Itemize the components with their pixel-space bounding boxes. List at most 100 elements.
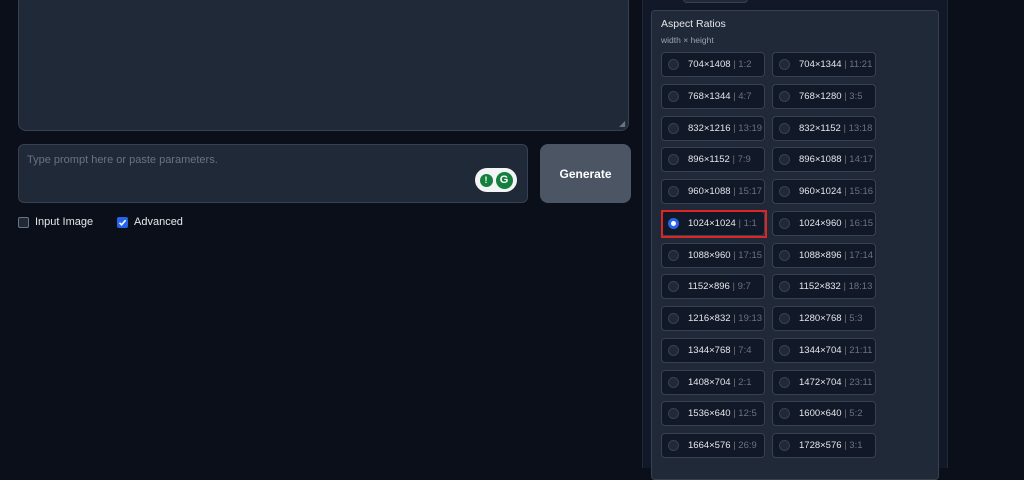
aspect-option-1344×704[interactable]: 1344×704 | 21:11 xyxy=(772,338,876,363)
aspect-option-832×1216[interactable]: 832×1216 | 13:19 xyxy=(661,116,765,141)
aspect-ratio-value: | 17:14 xyxy=(844,250,874,261)
aspect-resolution: 1024×1024 xyxy=(688,218,736,229)
aspect-option-text: 960×1088 | 15:17 xyxy=(688,186,762,197)
radio-icon[interactable] xyxy=(779,123,790,134)
top-tab-button[interactable] xyxy=(683,0,748,3)
resize-handle-icon[interactable]: ◢ xyxy=(619,120,625,128)
aspect-option-1472×704[interactable]: 1472×704 | 23:11 xyxy=(772,370,876,395)
aspect-resolution: 1472×704 xyxy=(799,377,842,388)
lightbulb-icon[interactable]: ! xyxy=(479,173,493,187)
aspect-resolution: 768×1280 xyxy=(799,91,842,102)
aspect-option-1088×896[interactable]: 1088×896 | 17:14 xyxy=(772,243,876,268)
aspect-option-text: 1664×576 | 26:9 xyxy=(688,440,757,451)
radio-icon[interactable] xyxy=(668,91,679,102)
aspect-resolution: 1728×576 xyxy=(799,440,842,451)
input-image-option[interactable]: Input Image xyxy=(18,216,93,228)
aspect-option-1664×576[interactable]: 1664×576 | 26:9 xyxy=(661,433,765,458)
aspect-option-896×1088[interactable]: 896×1088 | 14:17 xyxy=(772,147,876,172)
radio-icon[interactable] xyxy=(668,345,679,356)
aspect-ratio-value: | 19:13 xyxy=(733,313,763,324)
aspect-option-text: 1024×1024 | 1:1 xyxy=(688,218,757,229)
aspect-option-1408×704[interactable]: 1408×704 | 2:1 xyxy=(661,370,765,395)
aspect-option-768×1344[interactable]: 768×1344 | 4:7 xyxy=(661,84,765,109)
aspect-ratio-value: | 26:9 xyxy=(733,440,757,451)
aspect-option-1600×640[interactable]: 1600×640 | 5:2 xyxy=(772,401,876,426)
aspect-option-1152×896[interactable]: 1152×896 | 9:7 xyxy=(661,274,765,299)
aspect-option-text: 768×1344 | 4:7 xyxy=(688,91,752,102)
aspect-option-704×1344[interactable]: 704×1344 | 11:21 xyxy=(772,52,876,77)
radio-icon[interactable] xyxy=(779,250,790,261)
aspect-ratios-title: Aspect Ratios xyxy=(661,18,726,30)
aspect-option-text: 1600×640 | 5:2 xyxy=(799,408,863,419)
radio-icon[interactable] xyxy=(779,440,790,451)
aspect-resolution: 1024×960 xyxy=(799,218,842,229)
aspect-ratio-value: | 23:11 xyxy=(844,377,873,388)
aspect-ratio-value: | 17:15 xyxy=(733,250,763,261)
aspect-option-1280×768[interactable]: 1280×768 | 5:3 xyxy=(772,306,876,331)
radio-icon[interactable] xyxy=(668,186,679,197)
radio-icon[interactable] xyxy=(779,377,790,388)
radio-icon[interactable] xyxy=(779,59,790,70)
aspect-option-1728×576[interactable]: 1728×576 | 3:1 xyxy=(772,433,876,458)
aspect-option-768×1280[interactable]: 768×1280 | 3:5 xyxy=(772,84,876,109)
radio-icon[interactable] xyxy=(668,250,679,261)
aspect-ratio-value: | 1:2 xyxy=(733,59,752,70)
aspect-option-1536×640[interactable]: 1536×640 | 12:5 xyxy=(661,401,765,426)
aspect-resolution: 1600×640 xyxy=(799,408,842,419)
aspect-ratio-value: | 21:11 xyxy=(844,345,873,356)
aspect-option-text: 1344×768 | 7:4 xyxy=(688,345,752,356)
aspect-option-896×1152[interactable]: 896×1152 | 7:9 xyxy=(661,147,765,172)
aspect-resolution: 704×1344 xyxy=(799,59,842,70)
input-image-checkbox[interactable] xyxy=(18,216,29,228)
radio-icon[interactable] xyxy=(668,313,679,324)
aspect-ratio-value: | 14:17 xyxy=(844,154,874,165)
advanced-option[interactable]: Advanced xyxy=(117,216,183,228)
aspect-option-960×1024[interactable]: 960×1024 | 15:16 xyxy=(772,179,876,204)
aspect-option-1344×768[interactable]: 1344×768 | 7:4 xyxy=(661,338,765,363)
prompt-input[interactable]: Type prompt here or paste parameters. ! … xyxy=(18,144,528,203)
radio-icon[interactable] xyxy=(668,154,679,165)
advanced-checkbox[interactable] xyxy=(117,216,128,228)
radio-icon[interactable] xyxy=(779,345,790,356)
aspect-option-1216×832[interactable]: 1216×832 | 19:13 xyxy=(661,306,765,331)
aspect-option-text: 1280×768 | 5:3 xyxy=(799,313,863,324)
radio-icon[interactable] xyxy=(668,408,679,419)
aspect-option-1024×960[interactable]: 1024×960 | 16:15 xyxy=(772,211,876,236)
radio-icon[interactable] xyxy=(668,377,679,388)
aspect-option-text: 960×1024 | 15:16 xyxy=(799,186,873,197)
radio-icon[interactable] xyxy=(779,91,790,102)
radio-icon[interactable] xyxy=(779,218,790,229)
radio-icon[interactable] xyxy=(779,281,790,292)
radio-icon[interactable] xyxy=(779,186,790,197)
radio-icon[interactable] xyxy=(668,218,679,229)
output-gallery-area: ◢ xyxy=(18,0,629,131)
aspect-resolution: 832×1152 xyxy=(799,123,841,134)
grammarly-icon[interactable]: G xyxy=(495,171,513,189)
generate-button[interactable]: Generate xyxy=(540,144,631,203)
aspect-option-832×1152[interactable]: 832×1152 | 13:18 xyxy=(772,116,876,141)
aspect-option-960×1088[interactable]: 960×1088 | 15:17 xyxy=(661,179,765,204)
radio-icon[interactable] xyxy=(779,408,790,419)
radio-icon[interactable] xyxy=(779,313,790,324)
grammarly-widget[interactable]: ! G xyxy=(475,168,517,192)
radio-icon[interactable] xyxy=(668,281,679,292)
aspect-ratio-value: | 13:18 xyxy=(843,123,873,134)
radio-icon[interactable] xyxy=(779,154,790,165)
aspect-option-1024×1024[interactable]: 1024×1024 | 1:1 xyxy=(661,211,765,236)
aspect-option-text: 1152×896 | 9:7 xyxy=(688,281,751,292)
radio-icon[interactable] xyxy=(668,59,679,70)
aspect-ratio-value: | 4:7 xyxy=(733,91,752,102)
aspect-resolution: 1216×832 xyxy=(688,313,731,324)
aspect-option-text: 1088×960 | 17:15 xyxy=(688,250,762,261)
radio-icon[interactable] xyxy=(668,440,679,451)
radio-icon[interactable] xyxy=(668,123,679,134)
aspect-ratio-value: | 12:5 xyxy=(733,408,757,419)
aspect-option-text: 1088×896 | 17:14 xyxy=(799,250,873,261)
aspect-resolution: 960×1024 xyxy=(799,186,842,197)
aspect-option-text: 832×1152 | 13:18 xyxy=(799,123,872,134)
aspect-resolution: 768×1344 xyxy=(688,91,731,102)
aspect-ratio-value: | 5:3 xyxy=(844,313,863,324)
aspect-option-704×1408[interactable]: 704×1408 | 1:2 xyxy=(661,52,765,77)
aspect-option-1088×960[interactable]: 1088×960 | 17:15 xyxy=(661,243,765,268)
aspect-option-1152×832[interactable]: 1152×832 | 18:13 xyxy=(772,274,876,299)
